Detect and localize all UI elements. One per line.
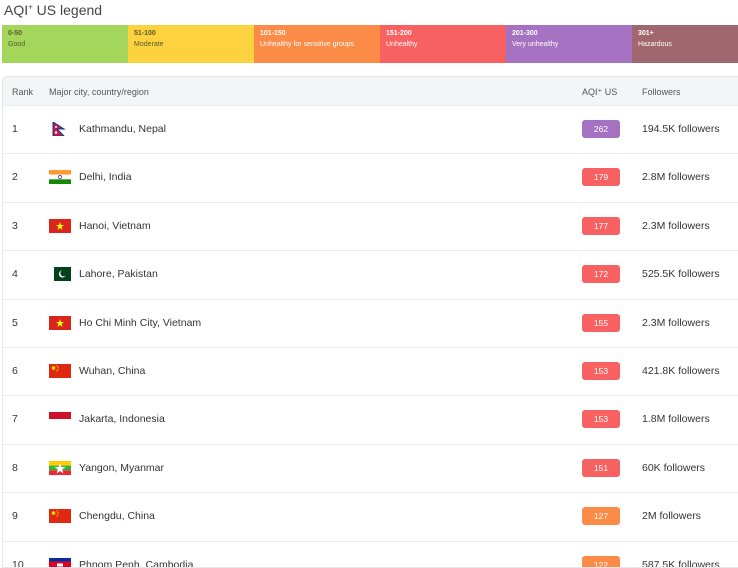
city-link[interactable]: Kathmandu, Nepal	[79, 123, 166, 135]
legend-segment-good: 0-50 Good	[2, 25, 128, 63]
followers-count: 2.3M followers	[642, 316, 710, 329]
legend-segment-unhealthy-sensitive: 101-150 Unhealthy for sensitive groups	[254, 25, 380, 63]
followers-count: 1.8M followers	[642, 413, 710, 426]
rank-cell: 8	[12, 461, 18, 474]
rank-cell: 2	[12, 171, 18, 184]
table-row[interactable]: 5 Ho Chi Minh City, Vietnam 155 2.3M fol…	[3, 298, 738, 347]
legend-segment-moderate: 51-100 Moderate	[128, 25, 254, 63]
table-row[interactable]: 10 Phnom Penh, Cambodia 122 587.5K follo…	[3, 540, 738, 568]
legend-segment-very-unhealthy: 201-300 Very unhealthy	[506, 25, 632, 63]
header-aqi: AQI⁺ US	[582, 87, 618, 97]
legend-range: 51-100	[134, 30, 156, 37]
pakistan-flag-icon	[49, 267, 71, 282]
table-row[interactable]: 2 Delhi, India 179 2.8M followers	[3, 153, 738, 201]
china-flag-icon	[49, 509, 71, 524]
legend-title-rest: US legend	[32, 2, 103, 18]
city-link[interactable]: Yangon, Myanmar	[79, 462, 164, 474]
aqi-badge: 127	[582, 507, 620, 526]
legend-range: 0-50	[8, 30, 23, 37]
followers-count: 2.8M followers	[642, 171, 710, 184]
city-link[interactable]: Phnom Penh, Cambodia	[79, 559, 193, 567]
rank-cell: 4	[12, 268, 18, 281]
legend-label: Unhealthy for sensitive groups	[260, 41, 355, 48]
india-flag-icon	[49, 170, 71, 185]
aqi-badge: 179	[582, 168, 620, 187]
city-link[interactable]: Lahore, Pakistan	[79, 268, 158, 280]
rank-cell: 3	[12, 219, 18, 232]
followers-count: 587.5K followers	[642, 558, 720, 568]
city-link[interactable]: Jakarta, Indonesia	[79, 413, 165, 425]
table-header: Rank Major city, country/region AQI⁺ US …	[3, 77, 738, 105]
header-followers: Followers	[642, 87, 681, 97]
aqi-badge: 153	[582, 361, 620, 380]
rank-cell: 6	[12, 364, 18, 377]
indonesia-flag-icon	[49, 412, 71, 427]
legend-label: Very unhealthy	[512, 41, 559, 48]
aqi-badge: 172	[582, 265, 620, 284]
table-row[interactable]: 9 Chengdu, China 127 2M followers	[3, 492, 738, 540]
legend-range: 301+	[638, 30, 654, 37]
city-link[interactable]: Wuhan, China	[79, 365, 145, 377]
aqi-badge: 177	[582, 216, 620, 235]
header-rank: Rank	[12, 87, 34, 97]
table-row[interactable]: 4 Lahore, Pakistan 172 525.5K followers	[3, 250, 738, 298]
followers-count: 2.3M followers	[642, 219, 710, 232]
legend-title: AQI+ US legend	[4, 2, 102, 18]
city-link[interactable]: Delhi, India	[79, 171, 132, 183]
followers-count: 525.5K followers	[642, 268, 720, 281]
city-ranking-table: Rank Major city, country/region AQI⁺ US …	[2, 76, 738, 568]
legend-label: Moderate	[134, 41, 164, 48]
city-link[interactable]: Hanoi, Vietnam	[79, 220, 151, 232]
legend-label: Good	[8, 41, 26, 48]
legend-segment-hazardous: 301+ Hazardous	[632, 25, 738, 63]
table-row[interactable]: 3 Hanoi, Vietnam 177 2.3M followers	[3, 201, 738, 250]
cambodia-flag-icon	[49, 557, 71, 567]
table-row[interactable]: 8 Yangon, Myanmar 151 60K followers	[3, 443, 738, 492]
legend-range: 201-300	[512, 30, 538, 37]
legend-range: 101-150	[260, 30, 286, 37]
table-row[interactable]: 1 Kathmandu, Nepal 262 194.5K followers	[3, 105, 738, 153]
legend-range: 151-200	[386, 30, 412, 37]
legend-label: Unhealthy	[386, 41, 418, 48]
city-link[interactable]: Chengdu, China	[79, 510, 155, 522]
myanmar-flag-icon	[49, 460, 71, 475]
city-link[interactable]: Ho Chi Minh City, Vietnam	[79, 317, 201, 329]
vietnam-flag-icon	[49, 315, 71, 330]
rank-cell: 9	[12, 510, 18, 523]
china-flag-icon	[49, 363, 71, 378]
followers-count: 194.5K followers	[642, 123, 720, 135]
followers-count: 421.8K followers	[642, 364, 720, 377]
aqi-badge: 151	[582, 458, 620, 477]
followers-count: 2M followers	[642, 510, 701, 523]
table-row[interactable]: 7 Jakarta, Indonesia 153 1.8M followers	[3, 395, 738, 443]
table-row[interactable]: 6 Wuhan, China 153 421.8K followers	[3, 346, 738, 395]
aqi-badge: 262	[582, 120, 620, 138]
legend-segment-unhealthy: 151-200 Unhealthy	[380, 25, 506, 63]
rank-cell: 5	[12, 316, 18, 329]
vietnam-flag-icon	[49, 218, 71, 233]
legend-label: Hazardous	[638, 41, 672, 48]
header-city: Major city, country/region	[49, 87, 149, 97]
legend-title-aqi: AQI	[4, 2, 29, 18]
aqi-badge: 153	[582, 410, 620, 429]
rank-cell: 1	[12, 123, 18, 135]
nepal-flag-icon	[52, 122, 66, 136]
rank-cell: 7	[12, 413, 18, 426]
rank-cell: 10	[12, 558, 24, 568]
aqi-badge: 122	[582, 555, 620, 567]
aqi-badge: 155	[582, 313, 620, 332]
followers-count: 60K followers	[642, 461, 706, 474]
aqi-legend-bar: 0-50 Good 51-100 Moderate 101-150 Unheal…	[2, 25, 738, 63]
